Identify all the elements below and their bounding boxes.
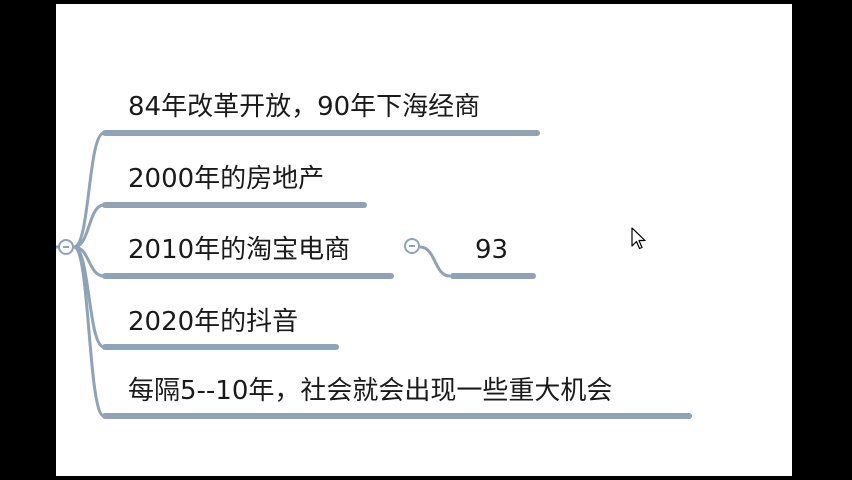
branch-label: 2020年的抖音: [128, 307, 299, 337]
branch-underline: [102, 273, 394, 279]
branch-underline: [102, 413, 692, 419]
branch-underline: [102, 130, 540, 136]
collapse-minus-icon[interactable]: [58, 239, 74, 255]
branch-label: 84年改革开放，90年下海经商: [128, 92, 481, 122]
branch-label: 2000年的房地产: [128, 164, 325, 194]
collapse-minus-icon[interactable]: [404, 238, 420, 254]
branch-underline: [102, 202, 367, 208]
child-underline: [450, 273, 536, 279]
child-label: 93: [475, 235, 509, 265]
mouse-pointer-icon: [631, 227, 646, 250]
branch-label: 每隔5--10年，社会就会出现一些重大机会: [128, 376, 613, 406]
branch-label: 2010年的淘宝电商: [128, 235, 351, 265]
branch-underline: [102, 344, 339, 350]
